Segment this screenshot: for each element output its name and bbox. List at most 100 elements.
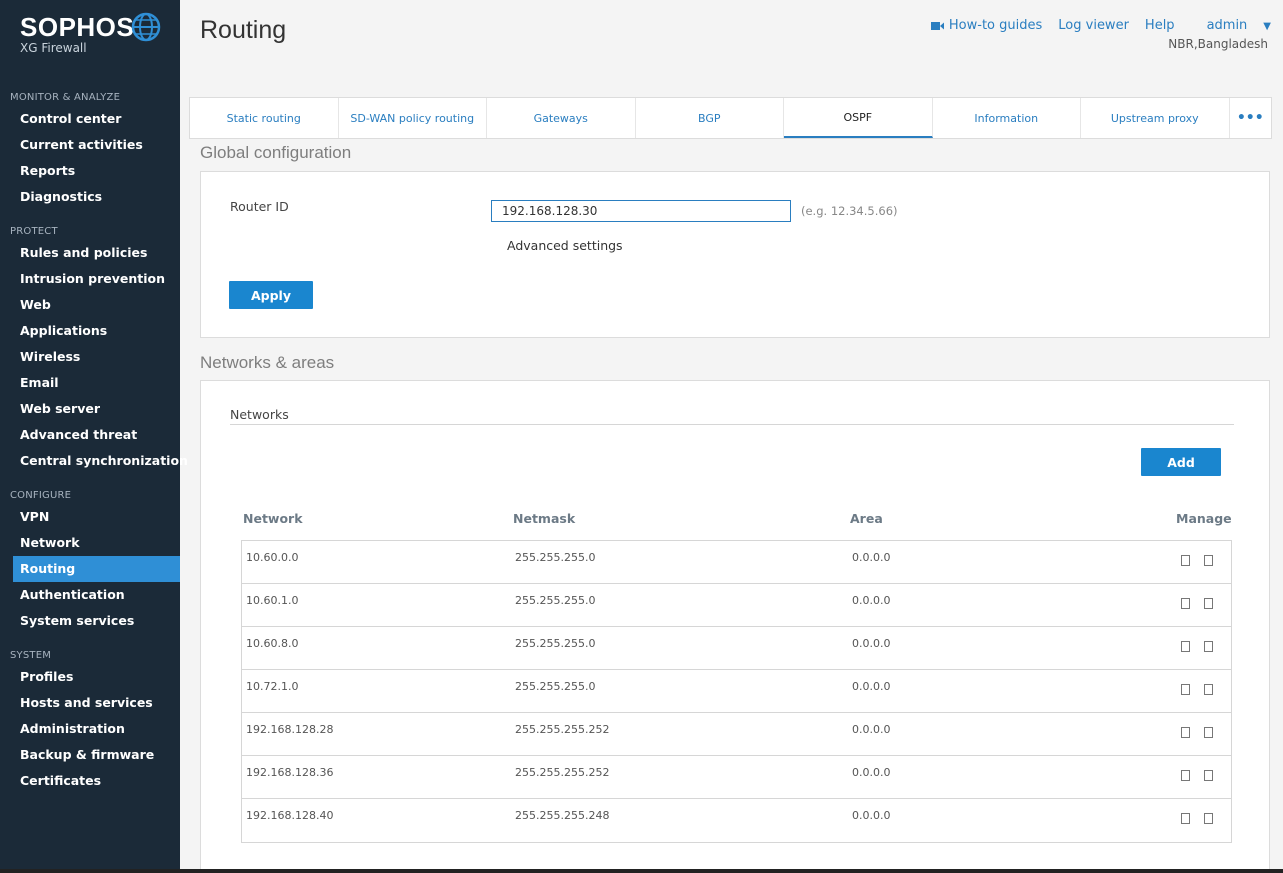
table-row: 10.60.0.0 255.255.255.0 0.0.0.0 [242,541,1231,584]
cell-area: 0.0.0.0 [852,723,891,736]
sidebar-item-current-activities[interactable]: Current activities [0,132,180,158]
delete-icon[interactable] [1204,770,1213,781]
sidebar-item-email[interactable]: Email [0,370,180,396]
tab-upstream-proxy[interactable]: Upstream proxy [1081,98,1230,138]
manage-actions [1181,727,1213,738]
sidebar-nav: MONITOR & ANALYZE Control center Current a… [0,90,188,794]
delete-icon[interactable] [1204,727,1213,738]
page-title: Routing [200,16,287,44]
advanced-settings-link[interactable]: Advanced settings [507,238,623,253]
table-row: 192.168.128.28 255.255.255.252 0.0.0.0 [242,713,1231,756]
delete-icon[interactable] [1204,684,1213,695]
sidebar-item-applications[interactable]: Applications [0,318,180,344]
manage-actions [1181,813,1213,824]
manage-actions [1181,684,1213,695]
sidebar-item-vpn[interactable]: VPN [0,504,180,530]
add-network-button[interactable]: Add [1141,448,1221,476]
cell-netmask: 255.255.255.252 [515,723,610,736]
user-name: admin [1206,18,1248,33]
log-viewer-link[interactable]: Log viewer [1058,18,1129,33]
manage-actions [1181,641,1213,652]
cell-network: 192.168.128.28 [246,723,334,736]
cell-netmask: 255.255.255.0 [515,680,596,693]
sidebar-item-profiles[interactable]: Profiles [0,664,180,690]
sidebar-item-reports[interactable]: Reports [0,158,180,184]
tab-information[interactable]: Information [933,98,1081,138]
sidebar-item-diagnostics[interactable]: Diagnostics [0,184,180,210]
cell-netmask: 255.255.255.0 [515,637,596,650]
edit-icon[interactable] [1181,555,1190,566]
tab-bgp[interactable]: BGP [636,98,784,138]
tab-sd-wan-policy-routing[interactable]: SD-WAN policy routing [339,98,487,138]
more-tabs-icon[interactable]: ••• [1230,98,1272,138]
cell-area: 0.0.0.0 [852,551,891,564]
user-menu[interactable]: admin ▼ [1191,18,1271,33]
router-id-hint: (e.g. 12.34.5.66) [801,204,898,218]
sidebar-item-wireless[interactable]: Wireless [0,344,180,370]
sidebar-item-hosts-and-services[interactable]: Hosts and services [0,690,180,716]
sidebar-item-rules-and-policies[interactable]: Rules and policies [0,240,180,266]
brand: SOPHOS XG Firewall [20,12,134,55]
routing-tabs: Static routing SD-WAN policy routing Gatew… [189,97,1272,139]
networks-table: 10.60.0.0 255.255.255.0 0.0.0.0 10.60.1.0 25… [241,540,1232,843]
nav-gap [0,634,180,648]
networks-divider [230,424,1234,425]
edit-icon[interactable] [1181,813,1190,824]
video-camera-icon [930,21,944,31]
manage-actions [1181,598,1213,609]
sidebar-item-authentication[interactable]: Authentication [0,582,180,608]
brand-name: SOPHOS [20,12,135,42]
delete-icon[interactable] [1204,598,1213,609]
globe-icon [131,12,161,42]
cell-netmask: 255.255.255.0 [515,551,596,564]
sidebar: SOPHOS XG Firewall MONITOR & ANALYZE Cont… [0,0,188,873]
sidebar-item-network[interactable]: Network [0,530,180,556]
help-link[interactable]: Help [1145,18,1175,33]
nav-section-system: SYSTEM [10,650,52,661]
sidebar-item-web[interactable]: Web [0,292,180,318]
table-row: 192.168.128.40 255.255.255.248 0.0.0.0 [242,799,1231,842]
edit-icon[interactable] [1181,684,1190,695]
delete-icon[interactable] [1204,555,1213,566]
cell-network: 10.72.1.0 [246,680,299,693]
cell-area: 0.0.0.0 [852,637,891,650]
tab-ospf[interactable]: OSPF [784,98,933,138]
tab-gateways[interactable]: Gateways [487,98,636,138]
sidebar-item-routing[interactable]: Routing [13,556,180,582]
delete-icon[interactable] [1204,813,1213,824]
nav-gap [0,210,180,224]
user-location: NBR,Bangladesh [1168,37,1268,51]
edit-icon[interactable] [1181,598,1190,609]
nav-section-monitor-and-analyze: MONITOR & ANALYZE [10,92,121,103]
table-row: 10.60.1.0 255.255.255.0 0.0.0.0 [242,584,1231,627]
column-netmask: Netmask [513,511,576,526]
global-config-panel: Router ID (e.g. 12.34.5.66) Advanced set… [200,171,1270,338]
cell-area: 0.0.0.0 [852,809,891,822]
sidebar-item-central-synchronization[interactable]: Central synchronization [0,448,188,474]
networks-areas-title: Networks & areas [200,353,335,372]
sidebar-item-certificates[interactable]: Certificates [0,768,180,794]
sidebar-item-backup-and-firmware[interactable]: Backup & firmware [0,742,180,768]
delete-icon[interactable] [1204,641,1213,652]
sidebar-item-advanced-threat[interactable]: Advanced threat [0,422,180,448]
sidebar-item-system-services[interactable]: System services [0,608,180,634]
cell-network: 192.168.128.40 [246,809,334,822]
networks-panel: Networks Add Network Netmask Area Manage… [200,380,1270,873]
edit-icon[interactable] [1181,641,1190,652]
edit-icon[interactable] [1181,770,1190,781]
edit-icon[interactable] [1181,727,1190,738]
howto-link[interactable]: How-to guides [915,18,1042,33]
tab-static-routing[interactable]: Static routing [190,98,339,138]
table-row: 10.60.8.0 255.255.255.0 0.0.0.0 [242,627,1231,670]
sidebar-item-web-server[interactable]: Web server [0,396,180,422]
sidebar-item-intrusion-prevention[interactable]: Intrusion prevention [0,266,180,292]
router-id-input[interactable] [491,200,791,222]
nav-gap [0,474,180,488]
networks-subtitle: Networks [230,407,289,422]
table-row: 10.72.1.0 255.255.255.0 0.0.0.0 [242,670,1231,713]
chevron-down-icon: ▼ [1263,21,1271,32]
sidebar-item-administration[interactable]: Administration [0,716,180,742]
apply-button[interactable]: Apply [229,281,313,309]
cell-netmask: 255.255.255.248 [515,809,610,822]
sidebar-item-control-center[interactable]: Control center [0,106,180,132]
